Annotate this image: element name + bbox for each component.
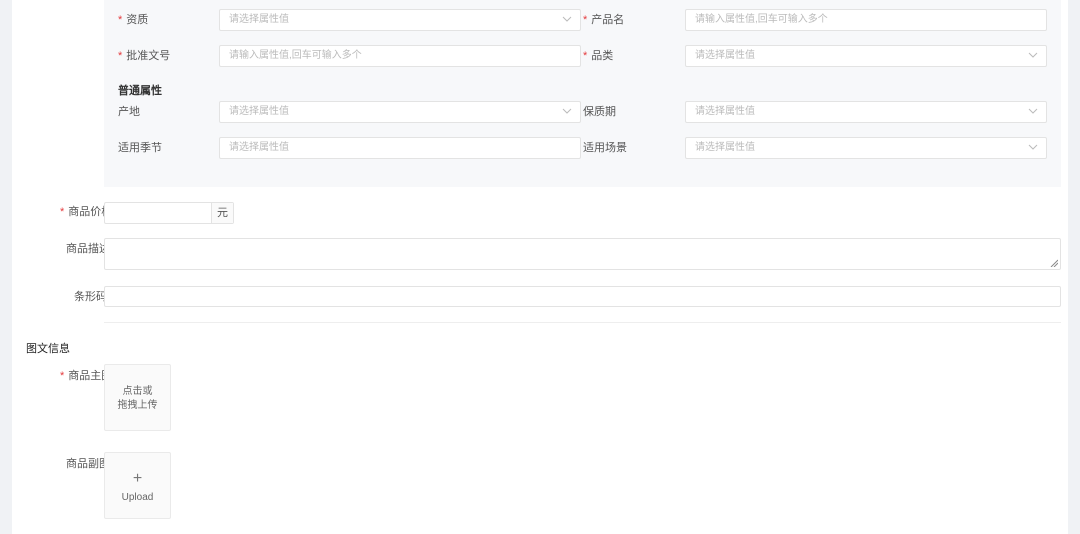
section-divider — [104, 322, 1061, 323]
scene-placeholder: 请选择属性值 — [695, 142, 755, 153]
origin-placeholder: 请选择属性值 — [229, 106, 289, 117]
price-input[interactable]: 元 — [104, 202, 234, 224]
resize-handle-icon[interactable] — [1050, 259, 1058, 267]
season-select[interactable]: 请选择属性值 — [219, 137, 581, 159]
shelf-life-placeholder: 请选择属性值 — [695, 106, 755, 117]
shelf-life-label: 保质期 — [583, 106, 616, 118]
product-name-label: 产品名 — [583, 12, 624, 28]
product-name-placeholder: 请输入属性值,回车可输入多个 — [695, 14, 828, 25]
chevron-down-icon — [1028, 144, 1038, 150]
main-image-upload-hint-2: 拖拽上传 — [117, 400, 158, 411]
brand-placeholder: 请选择属性值 — [229, 14, 289, 25]
sub-image-upload[interactable]: + Upload — [104, 452, 171, 519]
scene-select[interactable]: 请选择属性值 — [685, 137, 1047, 159]
product-name-input[interactable]: 请输入属性值,回车可输入多个 — [685, 9, 1047, 31]
barcode-label: 条形码 — [74, 291, 107, 303]
approval-no-placeholder: 请输入属性值,回车可输入多个 — [229, 50, 362, 61]
sub-image-upload-text: Upload — [121, 492, 154, 503]
chevron-down-icon — [1028, 52, 1038, 58]
barcode-input[interactable] — [104, 286, 1061, 307]
description-textarea[interactable] — [104, 238, 1061, 270]
media-section-title: 图文信息 — [26, 343, 70, 355]
category-label: 品类 — [583, 48, 613, 64]
common-attributes-title: 普通属性 — [118, 85, 162, 97]
origin-select[interactable]: 请选择属性值 — [219, 101, 581, 123]
origin-label: 产地 — [118, 106, 140, 118]
main-image-upload-hint-1: 点击或 — [122, 386, 153, 397]
approval-no-label: 批准文号 — [118, 48, 170, 64]
season-placeholder: 请选择属性值 — [229, 142, 289, 153]
chevron-down-icon — [1028, 108, 1038, 114]
product-form-page: 资质 请选择属性值 产品名 请输入属性值,回车可输入多个 批准文号 请输入属性值… — [12, 0, 1068, 534]
main-image-upload[interactable]: 点击或 拖拽上传 — [104, 364, 171, 431]
chevron-down-icon — [562, 16, 572, 22]
season-label: 适用季节 — [118, 142, 162, 154]
chevron-down-icon — [562, 108, 572, 114]
plus-icon: + — [132, 470, 143, 487]
scene-label: 适用场景 — [583, 142, 627, 154]
category-select[interactable]: 请选择属性值 — [685, 45, 1047, 67]
price-unit: 元 — [211, 203, 233, 223]
brand-select[interactable]: 请选择属性值 — [219, 9, 581, 31]
approval-no-input[interactable]: 请输入属性值,回车可输入多个 — [219, 45, 581, 67]
category-placeholder: 请选择属性值 — [695, 50, 755, 61]
shelf-life-select[interactable]: 请选择属性值 — [685, 101, 1047, 123]
brand-label: 资质 — [118, 12, 148, 28]
